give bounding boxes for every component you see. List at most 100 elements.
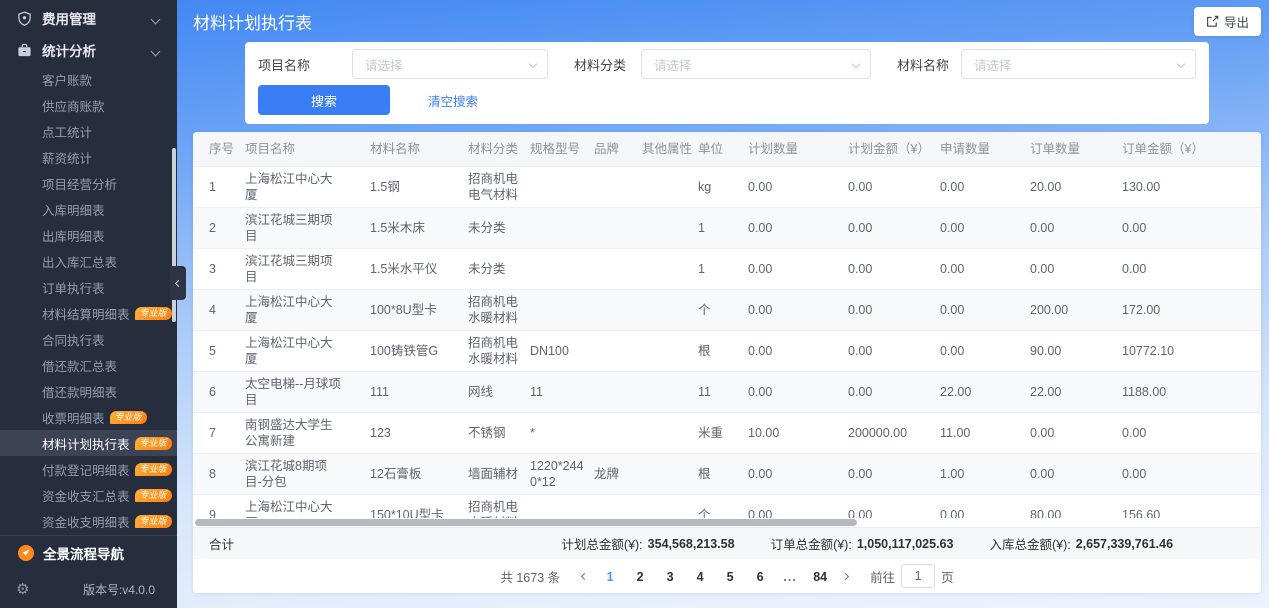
- sidebar-menu: 客户账款供应商账款点工统计薪资统计项目经营分析入库明细表出库明细表出入库汇总表订…: [0, 66, 177, 534]
- sidebar-item-label: 出库明细表: [42, 226, 105, 245]
- table-cell: 11.00: [940, 413, 1030, 454]
- page-button[interactable]: 84: [813, 570, 827, 584]
- export-icon: [1206, 15, 1219, 28]
- table-row: 6太空电梯--月球项目111网线11110.000.0022.0022.0011…: [193, 372, 1261, 413]
- table-panel: 序号项目名称材料名称材料分类规格型号品牌其他属性单位计划数量计划金额（¥）申请数…: [193, 132, 1261, 593]
- pagination-total: 共 1673 条: [500, 567, 560, 586]
- table-cell: [530, 208, 594, 249]
- column-header: 订单数量: [1030, 132, 1122, 167]
- page-button[interactable]: 4: [693, 570, 707, 584]
- sidebar-item[interactable]: 入库明细表: [0, 196, 177, 222]
- sidebar-item-label: 借还款汇总表: [42, 356, 117, 375]
- sidebar-item[interactable]: 资金收支明细表专业版: [0, 508, 177, 534]
- clear-search-link[interactable]: 清空搜索: [428, 91, 478, 110]
- table-cell: [594, 372, 642, 413]
- table-cell: 111: [370, 372, 468, 413]
- next-page-button[interactable]: [843, 574, 848, 579]
- horizontal-scrollbar-thumb[interactable]: [195, 519, 857, 526]
- sidebar-item[interactable]: 付款登记明细表专业版: [0, 456, 177, 482]
- chevron-left-icon: [581, 572, 588, 579]
- sidebar-item[interactable]: 客户账款: [0, 66, 177, 92]
- panorama-nav-label: 全景流程导航: [43, 543, 124, 563]
- sidebar-item[interactable]: 材料结算明细表专业版: [0, 300, 177, 326]
- total-value: 1,050,117,025.63: [857, 537, 954, 551]
- filter-select[interactable]: 请选择: [961, 49, 1196, 79]
- table-cell: 1.5米木床: [370, 208, 468, 249]
- table-cell: [594, 167, 642, 208]
- table-cell: 0.00: [940, 331, 1030, 372]
- version-label: 版本号:v4.0.0: [83, 581, 155, 598]
- table-cell: 0.00: [748, 495, 848, 519]
- filter-select[interactable]: 请选择: [352, 49, 548, 79]
- sidebar-item[interactable]: 薪资统计: [0, 144, 177, 170]
- pro-badge: 专业版: [135, 489, 172, 502]
- table-cell: 0.00: [848, 454, 940, 495]
- sidebar-collapse-button[interactable]: [170, 266, 186, 300]
- total-label: 计划总金额(¥):: [561, 534, 642, 553]
- sidebar-item[interactable]: 合同执行表: [0, 326, 177, 352]
- table-cell: 0.00: [940, 290, 1030, 331]
- column-header: 品牌: [594, 132, 642, 167]
- table-cell: 0.00: [940, 208, 1030, 249]
- filter-panel: 项目名称请选择材料分类请选择材料名称请选择 搜索 清空搜索: [245, 42, 1209, 124]
- table-cell: [642, 208, 698, 249]
- total-group: 入库总金额(¥):2,657,339,761.46: [989, 534, 1173, 553]
- table-cell: kg: [698, 167, 748, 208]
- column-header: 申请数量: [940, 132, 1030, 167]
- page-ellipsis[interactable]: ...: [783, 570, 797, 584]
- sidebar-item-label: 客户账款: [42, 70, 92, 89]
- export-button[interactable]: 导出: [1194, 7, 1261, 36]
- sidebar-item[interactable]: 收票明细表专业版: [0, 404, 177, 430]
- table-cell: 20.00: [1030, 167, 1122, 208]
- sidebar-item[interactable]: 材料计划执行表专业版: [0, 430, 177, 456]
- compass-icon: [18, 545, 34, 561]
- table-cell: 22.00: [1030, 372, 1122, 413]
- sidebar-item[interactable]: 资金收支汇总表专业版: [0, 482, 177, 508]
- page-button[interactable]: 3: [663, 570, 677, 584]
- sidebar-item-label: 出入库汇总表: [42, 252, 117, 271]
- table-cell: [642, 454, 698, 495]
- table-cell: 130.00: [1122, 167, 1261, 208]
- page-button[interactable]: 5: [723, 570, 737, 584]
- sidebar-item[interactable]: 订单执行表: [0, 274, 177, 300]
- table-cell: 0.00: [1122, 208, 1261, 249]
- table-cell: 滨江花城8期项目-分包: [245, 454, 370, 495]
- total-value: 354,568,213.58: [648, 537, 735, 551]
- gear-icon[interactable]: ⚙: [16, 582, 29, 597]
- column-header: 订单金额（¥）: [1122, 132, 1261, 167]
- filter-select[interactable]: 请选择: [641, 49, 871, 79]
- table-cell: 不锈钢: [468, 413, 530, 454]
- table-cell: [530, 167, 594, 208]
- total-label: 订单总金额(¥):: [771, 534, 852, 553]
- table-header-row: 序号项目名称材料名称材料分类规格型号品牌其他属性单位计划数量计划金额（¥）申请数…: [193, 132, 1261, 167]
- table-cell: 9: [193, 495, 245, 519]
- sidebar-item[interactable]: 点工统计: [0, 118, 177, 144]
- page-input[interactable]: [901, 564, 935, 588]
- page-button[interactable]: 6: [753, 570, 767, 584]
- sidebar-section-expense[interactable]: 费用管理: [0, 2, 177, 34]
- pro-badge: 专业版: [135, 307, 172, 320]
- table-cell: 上海松江中心大厦: [245, 167, 370, 208]
- table-cell: 3: [193, 249, 245, 290]
- prev-page-button[interactable]: [582, 574, 587, 579]
- page-button[interactable]: 2: [633, 570, 647, 584]
- chevron-right-icon: [842, 572, 849, 579]
- table-cell: 网线: [468, 372, 530, 413]
- sidebar-item[interactable]: 借还款明细表: [0, 378, 177, 404]
- sidebar-item-label: 项目经营分析: [42, 174, 117, 193]
- sidebar-section-statistics[interactable]: 统计分析: [0, 34, 177, 66]
- sidebar-item[interactable]: 项目经营分析: [0, 170, 177, 196]
- column-header: 规格型号: [530, 132, 594, 167]
- search-button[interactable]: 搜索: [258, 85, 390, 115]
- sidebar-item[interactable]: 供应商账款: [0, 92, 177, 118]
- sidebar-item[interactable]: 出入库汇总表: [0, 248, 177, 274]
- chevron-down-icon: [152, 43, 159, 58]
- sidebar-item[interactable]: 借还款汇总表: [0, 352, 177, 378]
- total-group: 订单总金额(¥): 1,050,117,025.63: [771, 534, 954, 553]
- sidebar-item-label: 材料结算明细表: [42, 304, 130, 323]
- sidebar-item[interactable]: 出库明细表: [0, 222, 177, 248]
- pro-badge: 专业版: [135, 515, 172, 528]
- sidebar-item-panorama-nav[interactable]: 全景流程导航: [0, 536, 177, 570]
- page-button[interactable]: 1: [603, 570, 617, 584]
- table-cell: 0.00: [848, 208, 940, 249]
